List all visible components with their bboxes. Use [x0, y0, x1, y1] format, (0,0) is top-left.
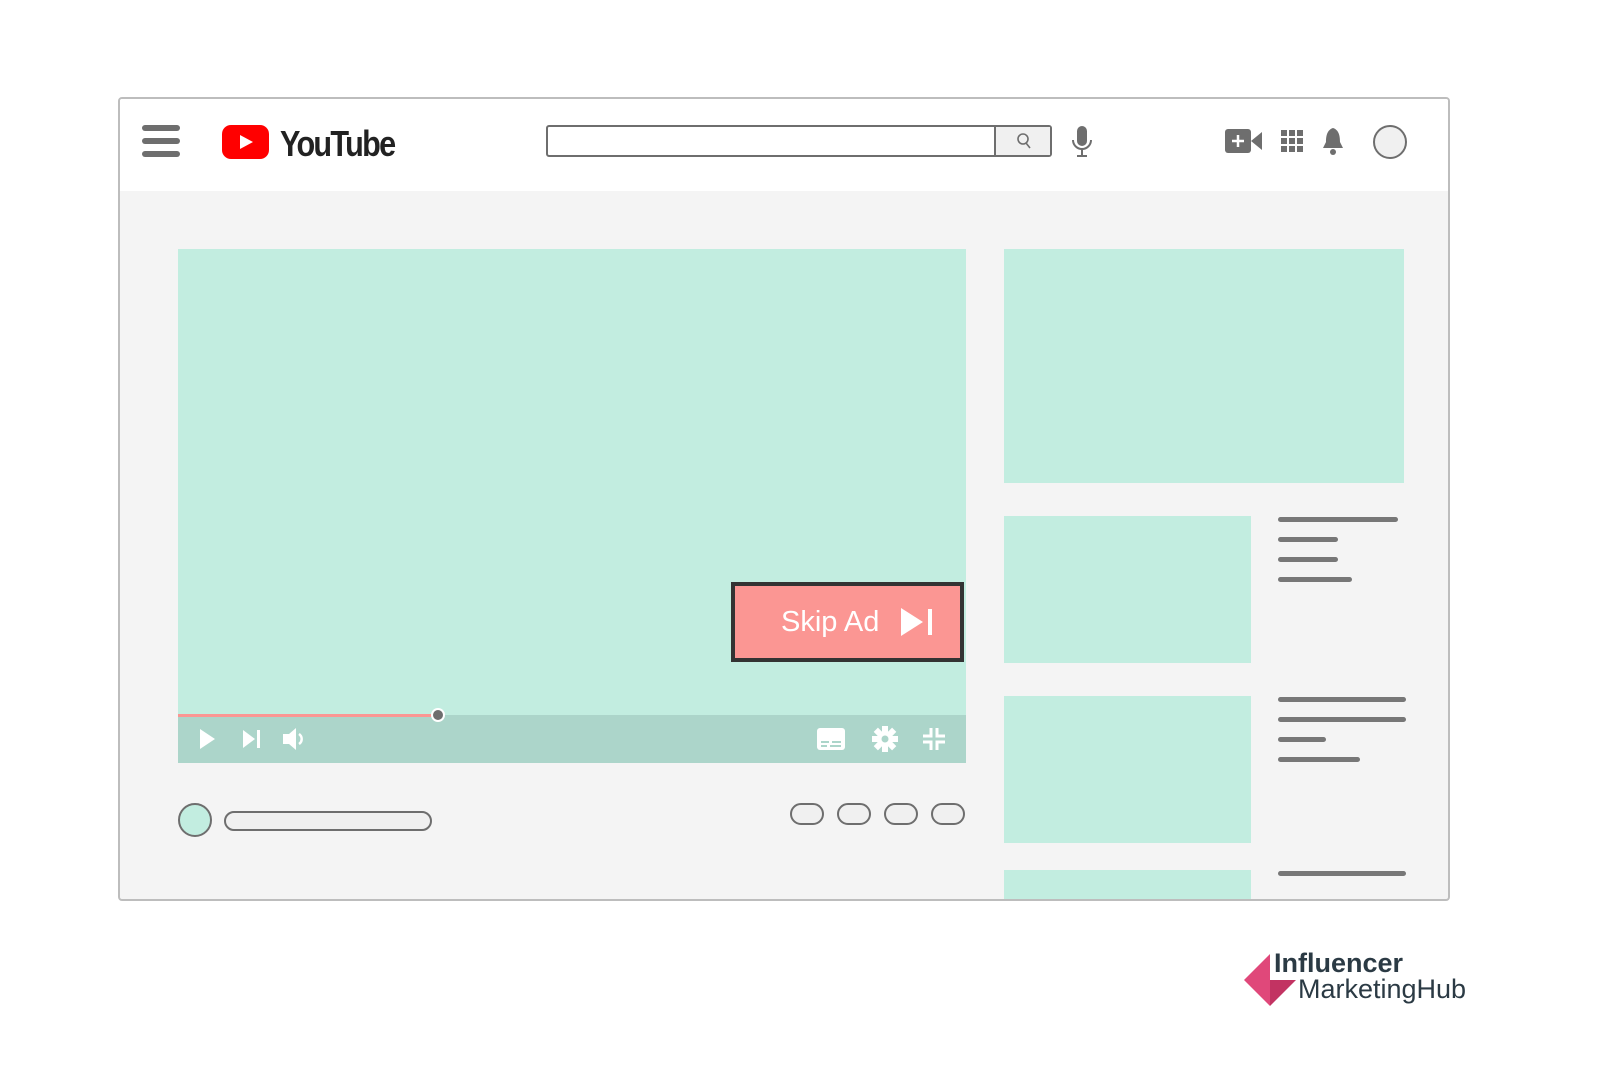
exit-fullscreen-icon[interactable] [922, 727, 946, 751]
text-line [1278, 557, 1338, 562]
text-line [1278, 517, 1398, 522]
control-bar [178, 715, 966, 763]
text-line [1278, 737, 1326, 742]
top-bar: YouTube [120, 99, 1448, 191]
recommended-thumbnail[interactable] [1004, 696, 1251, 843]
video-title-placeholder [224, 811, 432, 831]
captions-icon[interactable] [816, 727, 846, 751]
bell-icon[interactable] [1321, 126, 1345, 156]
search-button[interactable] [994, 127, 1050, 155]
volume-icon[interactable] [282, 727, 308, 751]
action-button[interactable] [790, 803, 824, 825]
video-player[interactable]: Skip Ad [178, 249, 966, 763]
progress-bar[interactable] [178, 708, 966, 722]
sidebar-ad-banner[interactable] [1004, 249, 1404, 483]
progress-scrubber[interactable] [431, 708, 446, 722]
channel-avatar[interactable] [178, 803, 212, 837]
progress-fill [178, 714, 439, 717]
action-button[interactable] [837, 803, 871, 825]
action-button[interactable] [931, 803, 965, 825]
action-button[interactable] [884, 803, 918, 825]
skip-icon [901, 608, 933, 636]
text-line [1278, 537, 1338, 542]
search-icon [1017, 133, 1031, 149]
text-line [1278, 871, 1406, 876]
text-line [1278, 697, 1406, 702]
youtube-play-logo-icon [222, 125, 269, 159]
skip-ad-button[interactable]: Skip Ad [731, 582, 964, 662]
play-icon[interactable] [198, 728, 216, 750]
youtube-window: YouTube Skip Ad [118, 97, 1450, 901]
text-line [1278, 717, 1406, 722]
settings-icon[interactable] [872, 726, 898, 752]
influencer-marketing-hub-logo: Influencer MarketingHub [1242, 948, 1502, 1010]
avatar[interactable] [1373, 125, 1407, 159]
microphone-icon[interactable] [1070, 125, 1094, 159]
next-icon[interactable] [242, 729, 262, 749]
search-box [546, 125, 1052, 157]
text-line [1278, 577, 1352, 582]
create-video-icon[interactable] [1225, 129, 1263, 153]
recommended-thumbnail[interactable] [1004, 870, 1251, 899]
recommended-thumbnail[interactable] [1004, 516, 1251, 663]
text-line [1278, 757, 1360, 762]
youtube-logo[interactable]: YouTube [222, 123, 402, 164]
apps-grid-icon[interactable] [1281, 130, 1303, 152]
search-input[interactable] [548, 127, 994, 155]
skip-ad-label: Skip Ad [781, 605, 880, 638]
logo-line2: MarketingHub [1298, 974, 1467, 1004]
logo-text: YouTube [280, 123, 396, 164]
menu-icon[interactable] [142, 125, 180, 157]
